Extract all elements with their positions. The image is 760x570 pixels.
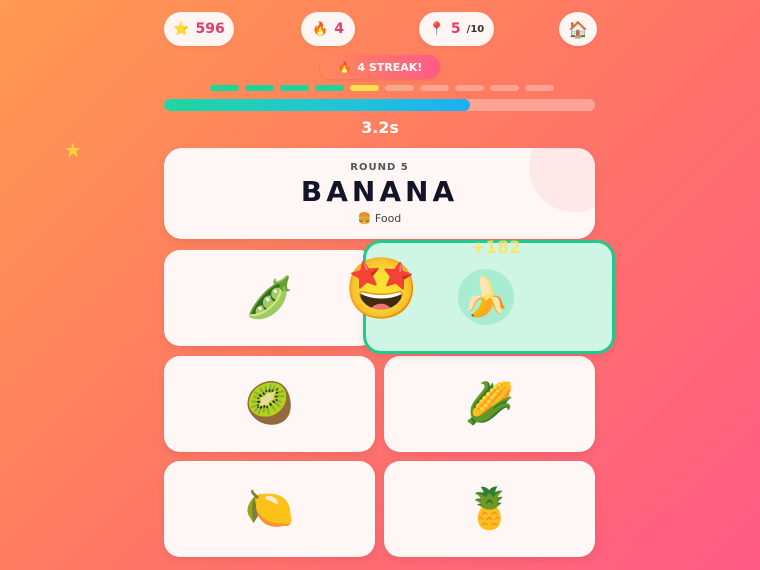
flame-icon: 🔥 [337, 60, 352, 74]
lives-counter: 🔥 4 [301, 12, 355, 46]
lemon-option[interactable]: 🍋 [164, 461, 375, 557]
star-icon: ⭐ [173, 21, 190, 37]
lemon-icon: 🍋 [244, 486, 295, 532]
burger-icon: 🍔 [357, 212, 372, 225]
score-counter: ⭐ 596 [164, 12, 234, 46]
timer-label: 3.2s [361, 118, 399, 137]
kiwi-icon: 🥝 [244, 381, 295, 427]
home-button[interactable]: 🏠 [559, 12, 597, 46]
progress-segment-4 [315, 85, 344, 91]
progress-segment-5 [350, 85, 379, 91]
corn-option[interactable]: 🌽 [384, 356, 595, 452]
score-value: 596 [195, 21, 225, 37]
target-word: BANANA [300, 175, 459, 208]
points-popup: +182 [471, 238, 521, 258]
prompt-card: ROUND 5 BANANA 🍔 Food [164, 148, 595, 239]
round-total: /10 [466, 23, 485, 35]
timer-bar-fill [164, 99, 470, 111]
pin-icon: 📍 [428, 21, 445, 37]
pineapple-icon: 🍍 [464, 486, 515, 532]
round-progress-segments [210, 85, 554, 91]
banana-icon: 🍌 [462, 275, 510, 319]
pineapple-option[interactable]: 🍍 [384, 461, 595, 557]
banana-highlight: 🍌 [458, 269, 514, 325]
home-icon: 🏠 [568, 19, 588, 39]
progress-segment-7 [420, 85, 449, 91]
streak-badge: 🔥 4 STREAK! [320, 55, 440, 79]
corn-icon: 🌽 [464, 381, 515, 427]
round-value: 5 [450, 21, 461, 37]
progress-segment-3 [280, 85, 309, 91]
round-label: ROUND 5 [350, 162, 409, 173]
progress-segment-2 [245, 85, 274, 91]
flame-icon: 🔥 [312, 21, 329, 37]
progress-segment-9 [490, 85, 519, 91]
timer-bar [164, 99, 595, 111]
star-struck-emoji-icon: 🤩 [344, 254, 419, 324]
pea-pod-icon: 🫛 [244, 275, 295, 321]
lives-value: 4 [334, 21, 344, 37]
progress-segment-10 [525, 85, 554, 91]
kiwi-option[interactable]: 🥝 [164, 356, 375, 452]
sparkle-star-icon: ★ [64, 138, 82, 162]
category-label: 🍔 Food [164, 212, 595, 225]
progress-segment-1 [210, 85, 239, 91]
streak-label: 4 STREAK! [357, 60, 423, 74]
progress-segment-8 [455, 85, 484, 91]
category-name: Food [374, 212, 402, 225]
round-counter: 📍 5 /10 [419, 12, 494, 46]
progress-segment-6 [385, 85, 414, 91]
